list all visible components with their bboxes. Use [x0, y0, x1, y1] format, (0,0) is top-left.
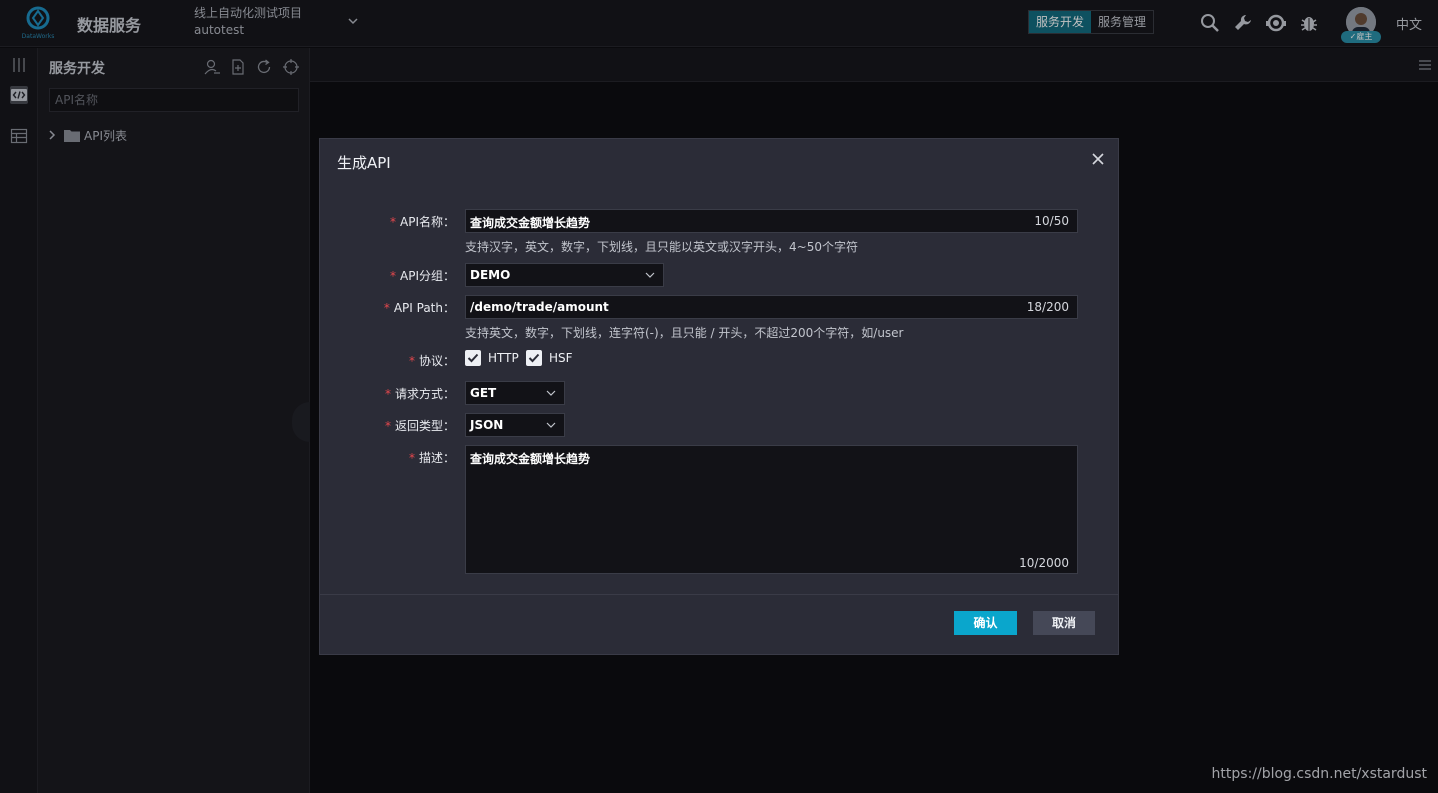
api-path-value: /demo/trade/amount: [470, 300, 609, 314]
api-name-counter: 10/50: [1034, 214, 1069, 228]
protocol-label: * 协议：: [408, 354, 455, 368]
api-name-hint: 支持汉字，英文，数字，下划线，且只能以英文或汉字开头，4~50个字符: [465, 240, 858, 254]
request-method-select[interactable]: GET: [465, 381, 565, 405]
description-value: 查询成交金额增长趋势: [470, 452, 591, 466]
api-name-input[interactable]: 查询成交金额增长趋势 10/50: [465, 209, 1078, 233]
confirm-button[interactable]: 确认: [954, 611, 1017, 635]
create-api-dialog: 生成API * API名称： 查询成交金额增长趋势 10/50 支持汉字，英文，数…: [319, 138, 1119, 655]
api-group-value: DEMO: [470, 268, 511, 282]
api-path-hint: 支持英文，数字，下划线，连字符(-)，且只能 / 开头，不超过200个字符，如/…: [465, 326, 904, 340]
dialog-divider: [320, 594, 1118, 595]
return-type-label: * 返回类型：: [384, 419, 455, 433]
request-method-label: * 请求方式：: [384, 387, 455, 401]
return-type-select[interactable]: JSON: [465, 413, 565, 437]
checkmark-icon: [528, 353, 540, 363]
dialog-title: 生成API: [337, 154, 391, 172]
checkmark-icon: [467, 353, 479, 363]
cancel-button[interactable]: 取消: [1033, 611, 1095, 635]
api-path-counter: 18/200: [1026, 300, 1069, 314]
chevron-down-icon: [546, 422, 556, 428]
http-label[interactable]: HTTP: [488, 351, 519, 365]
http-checkbox[interactable]: [465, 350, 481, 366]
close-icon[interactable]: [1090, 151, 1106, 167]
hsf-label[interactable]: HSF: [549, 351, 573, 365]
request-method-value: GET: [470, 386, 497, 400]
chevron-down-icon: [546, 390, 556, 396]
api-path-input[interactable]: /demo/trade/amount 18/200: [465, 295, 1078, 319]
api-group-select[interactable]: DEMO: [465, 263, 664, 287]
api-group-label: * API分组：: [390, 269, 455, 283]
chevron-down-icon: [645, 272, 655, 278]
description-counter: 10/2000: [1019, 556, 1069, 570]
api-name-value: 查询成交金额增长趋势: [470, 216, 591, 230]
api-name-label: * API名称：: [390, 215, 455, 229]
hsf-checkbox[interactable]: [526, 350, 542, 366]
description-textarea[interactable]: 查询成交金额增长趋势 10/2000: [465, 445, 1078, 574]
api-path-label: * API Path：: [383, 301, 455, 315]
description-label: * 描述：: [408, 451, 455, 465]
return-type-value: JSON: [470, 418, 504, 432]
